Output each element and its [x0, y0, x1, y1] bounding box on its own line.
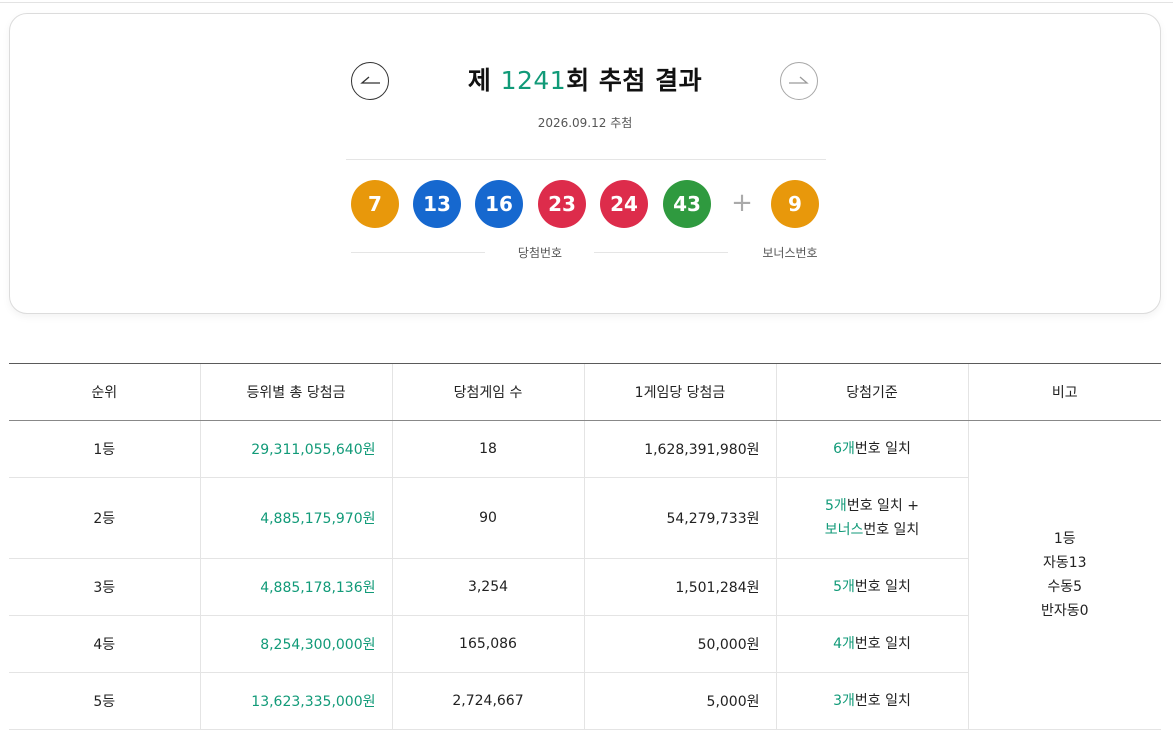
- note-cell: 1등 자동13 수동5 반자동0: [967, 420, 1161, 730]
- page-title: 제 1241회 추첨 결과: [10, 61, 1160, 97]
- per-game-prize-cell: 1,628,391,980원: [583, 420, 776, 478]
- bonus-match-text: 번호 일치: [863, 522, 920, 538]
- criteria-cell: 6개번호 일치: [775, 420, 968, 478]
- winning-ball-5: 24: [600, 180, 648, 228]
- bonus-ball: 9: [771, 180, 819, 228]
- rank-cell: 2등: [9, 477, 200, 559]
- winning-label-line-right: [594, 252, 728, 253]
- criteria-cell: 3개번호 일치: [775, 672, 968, 730]
- total-prize-cell: 4,885,175,970원: [199, 477, 392, 559]
- match-count: 3개: [833, 693, 855, 709]
- winning-ball-1: 7: [351, 180, 399, 228]
- table-row: 1등 29,311,055,640원 18 1,628,391,980원 6개번…: [9, 420, 1161, 730]
- prize-table: 순위 등위별 총 당첨금 당첨게임 수 1게임당 당첨금 당첨기준 비고 1등 …: [9, 363, 1161, 730]
- match-text: 번호 일치: [854, 441, 911, 457]
- rank-cell: 3등: [9, 558, 200, 616]
- round-number: 1241: [500, 66, 567, 95]
- winning-games-cell: 3,254: [391, 558, 584, 616]
- match-text: 번호 일치 +: [846, 498, 919, 514]
- match-count: 4개: [833, 636, 855, 652]
- winning-label-line-left: [351, 252, 485, 253]
- match-text: 번호 일치: [854, 693, 911, 709]
- title-suffix: 회 추첨 결과: [566, 66, 703, 95]
- per-game-prize-cell: 54,279,733원: [583, 477, 776, 559]
- bonus-match: 보너스: [824, 522, 864, 538]
- winning-ball-4: 23: [538, 180, 586, 228]
- winning-games-cell: 165,086: [391, 615, 584, 673]
- match-count: 6개: [833, 441, 855, 457]
- header-total-prize: 등위별 총 당첨금: [199, 363, 392, 421]
- note-line: 자동13: [1042, 555, 1087, 571]
- draw-result-card: 제 1241회 추첨 결과 2026.09.12 추첨 7 13 16 23 2…: [9, 13, 1161, 314]
- plus-sign: +: [731, 188, 753, 218]
- criteria-cell: 5개번호 일치 + 보너스번호 일치: [775, 477, 968, 559]
- rank-cell: 1등: [9, 420, 200, 478]
- note-line: 반자동0: [1040, 603, 1089, 619]
- match-count: 5개: [833, 579, 855, 595]
- title-prefix: 제: [467, 66, 501, 95]
- top-divider: [0, 2, 1173, 3]
- table-header-row: 순위 등위별 총 당첨금 당첨게임 수 1게임당 당첨금 당첨기준 비고: [9, 363, 1161, 421]
- criteria-cell: 4개번호 일치: [775, 615, 968, 673]
- header-rank: 순위: [9, 363, 200, 421]
- match-text: 번호 일치: [854, 579, 911, 595]
- winning-numbers-label: 당첨번호: [517, 246, 563, 260]
- per-game-prize-cell: 1,501,284원: [583, 558, 776, 616]
- header-winning-games: 당첨게임 수: [391, 363, 584, 421]
- rank-cell: 4등: [9, 615, 200, 673]
- match-text: 번호 일치: [854, 636, 911, 652]
- winning-games-cell: 18: [391, 420, 584, 478]
- total-prize-cell: 13,623,335,000원: [199, 672, 392, 730]
- numbers-divider: [346, 159, 826, 160]
- note-line: 수동5: [1047, 579, 1083, 595]
- winning-ball-6: 43: [663, 180, 711, 228]
- per-game-prize-cell: 5,000원: [583, 672, 776, 730]
- winning-games-cell: 2,724,667: [391, 672, 584, 730]
- winning-games-cell: 90: [391, 477, 584, 559]
- bonus-number-label: 보너스번호: [762, 246, 818, 260]
- rank-cell: 5등: [9, 672, 200, 730]
- draw-date: 2026.09.12 추첨: [537, 116, 633, 130]
- total-prize-cell: 4,885,178,136원: [199, 558, 392, 616]
- per-game-prize-cell: 50,000원: [583, 615, 776, 673]
- header-note: 비고: [967, 363, 1161, 421]
- header-per-game-prize: 1게임당 당첨금: [583, 363, 776, 421]
- match-count: 5개: [825, 498, 847, 514]
- winning-ball-3: 16: [475, 180, 523, 228]
- total-prize-cell: 29,311,055,640원: [199, 420, 392, 478]
- criteria-cell: 5개번호 일치: [775, 558, 968, 616]
- total-prize-cell: 8,254,300,000원: [199, 615, 392, 673]
- winning-ball-2: 13: [413, 180, 461, 228]
- header-criteria: 당첨기준: [775, 363, 968, 421]
- note-line: 1등: [1053, 531, 1076, 547]
